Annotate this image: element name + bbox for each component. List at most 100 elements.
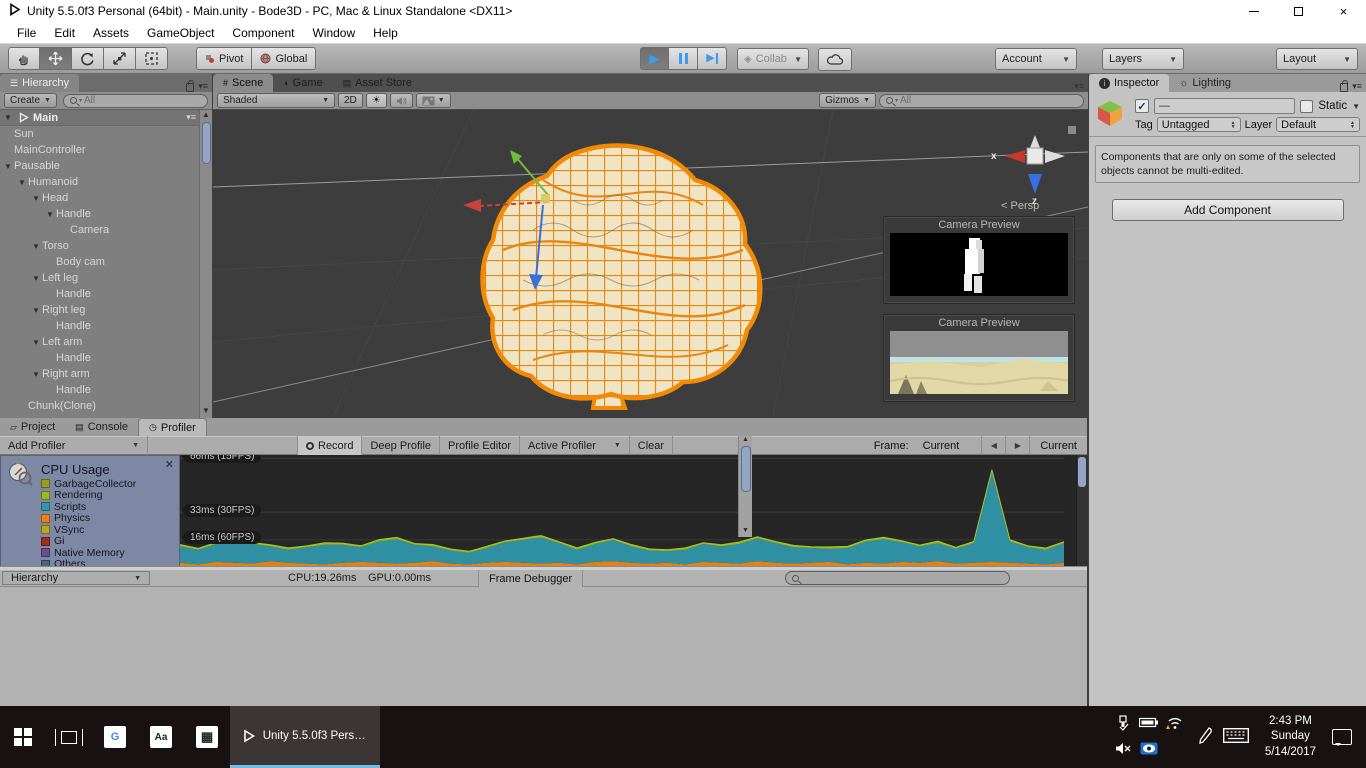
layers-dropdown[interactable]: Layers▼ (1102, 48, 1184, 70)
hierarchy-item-right-leg[interactable]: ▼Right leg (0, 302, 212, 318)
hierarchy-item-humanoid[interactable]: ▼Humanoid (0, 174, 212, 190)
rotate-tool-button[interactable] (72, 47, 104, 70)
expand-arrow-icon[interactable]: ▼ (46, 210, 56, 219)
hierarchy-item-pausable[interactable]: ▼Pausable (0, 158, 212, 174)
touch-keyboard-tray-icon[interactable] (1223, 728, 1249, 746)
menu-file[interactable]: File (8, 26, 45, 40)
menu-edit[interactable]: Edit (45, 26, 84, 40)
expand-arrow-icon[interactable]: ▼ (32, 338, 42, 347)
taskbar-clock[interactable]: 2:43 PM Sunday 5/14/2017 (1259, 714, 1322, 761)
hierarchy-item-maincontroller[interactable]: MainController (0, 142, 212, 158)
tab-lighting[interactable]: ☼Lighting (1169, 74, 1241, 92)
scale-tool-button[interactable] (104, 47, 136, 70)
add-component-button[interactable]: Add Component (1112, 199, 1344, 221)
frame-debugger-button[interactable]: Frame Debugger (478, 570, 583, 587)
usb-tray-icon[interactable] (1116, 715, 1130, 734)
gizmos-dropdown[interactable]: Gizmos▼ (819, 93, 876, 108)
tab-console[interactable]: ▤Console (65, 418, 138, 436)
expand-arrow-icon[interactable]: ▼ (4, 162, 14, 171)
profile-editor-button[interactable]: Profile Editor (440, 436, 520, 455)
perspective-label[interactable]: < Persp (1001, 200, 1039, 212)
scrollbar-thumb[interactable] (202, 122, 211, 164)
scene-header-row[interactable]: ▼ Main ▾≡ (0, 110, 212, 126)
chrome-taskbar-icon[interactable]: G (92, 706, 138, 768)
tab-profiler[interactable]: ◷Profiler (138, 418, 207, 436)
collab-dropdown[interactable]: ◈Collab▼ (737, 48, 809, 70)
legend-scripts[interactable]: Scripts (41, 501, 173, 513)
hierarchy-item-left-leg[interactable]: ▼Left leg (0, 270, 212, 286)
hierarchy-item-handle[interactable]: Handle (0, 286, 212, 302)
profiler-search-input[interactable] (785, 571, 1010, 585)
global-toggle-button[interactable]: Global (252, 47, 316, 70)
expand-arrow-icon[interactable]: ▼ (18, 178, 28, 187)
static-dropdown-icon[interactable]: ▼ (1352, 102, 1360, 111)
dictionary-taskbar-icon[interactable]: Aa (138, 706, 184, 768)
pen-tray-icon[interactable] (1198, 727, 1213, 747)
legend-physics[interactable]: Physics (41, 513, 173, 525)
tab-project[interactable]: ▱Project (0, 418, 65, 436)
close-button[interactable]: × (1321, 0, 1366, 22)
panel-menu-icon[interactable]: ▾≡ (1074, 81, 1088, 92)
deep-profile-button[interactable]: Deep Profile (362, 436, 440, 455)
expand-arrow-icon[interactable]: ▼ (32, 370, 42, 379)
hierarchy-item-handle[interactable]: Handle (0, 318, 212, 334)
active-profiler-dropdown[interactable]: Active Profiler▼ (520, 436, 630, 455)
legend-gi[interactable]: Gi (41, 536, 173, 548)
hierarchy-item-chunk-clone-[interactable]: Chunk(Clone) (0, 398, 212, 414)
hierarchy-item-handle[interactable]: Handle (0, 350, 212, 366)
scrollbar-thumb[interactable] (741, 446, 751, 492)
hierarchy-item-handle[interactable]: ▼Handle (0, 206, 212, 222)
scene-search-input[interactable]: ▾All (879, 94, 1084, 108)
object-name-field[interactable]: — (1154, 98, 1295, 114)
hierarchy-search-input[interactable]: ▾All (63, 94, 208, 108)
cloud-button[interactable] (818, 48, 852, 71)
record-toggle-button[interactable]: Record (298, 436, 362, 455)
pause-button[interactable] (669, 47, 698, 70)
hand-tool-button[interactable] (8, 47, 40, 70)
panel-menu-icon[interactable]: ▾≡ (198, 81, 208, 92)
layer-dropdown[interactable]: Default▲▼ (1276, 117, 1360, 132)
expand-arrow-icon[interactable]: ▼ (32, 242, 42, 251)
task-view-button[interactable] (46, 706, 92, 768)
hierarchy-scrollbar[interactable]: ▲▼ (199, 110, 212, 418)
hierarchy-item-left-arm[interactable]: ▼Left arm (0, 334, 212, 350)
menu-window[interactable]: Window (303, 26, 364, 40)
current-frame-button[interactable]: Current (1029, 436, 1087, 455)
clear-button[interactable]: Clear (630, 436, 673, 455)
create-button[interactable]: Create▼ (4, 93, 57, 108)
eye-tray-icon[interactable] (1140, 742, 1158, 758)
profiler-mode-dropdown[interactable]: Hierarchy▼ (2, 571, 150, 585)
battery-tray-icon[interactable] (1139, 717, 1159, 731)
audio-toggle-button[interactable] (390, 93, 413, 108)
prev-frame-button[interactable]: ◀ (981, 436, 1005, 455)
lock-icon[interactable] (1340, 83, 1348, 92)
hierarchy-item-right-arm[interactable]: ▼Right arm (0, 366, 212, 382)
table-scrollbar[interactable]: ▲▼ (738, 436, 752, 537)
hierarchy-item-camera[interactable]: Camera (0, 222, 212, 238)
gizmo-x-label[interactable]: x (991, 151, 997, 162)
active-checkbox[interactable]: ✓ (1135, 99, 1149, 113)
expand-arrow-icon[interactable]: ▼ (32, 194, 42, 203)
pivot-toggle-button[interactable]: Pivot (196, 47, 252, 70)
menu-gameobject[interactable]: GameObject (138, 26, 223, 40)
start-button[interactable] (0, 706, 46, 768)
menu-assets[interactable]: Assets (84, 26, 138, 40)
tab-asset-store[interactable]: ▤Asset Store (333, 74, 422, 92)
expand-arrow-icon[interactable]: ▼ (32, 306, 42, 315)
menu-help[interactable]: Help (364, 26, 407, 40)
legend-vsync[interactable]: VSync (41, 524, 173, 536)
tab-game[interactable]: ◖Game (273, 74, 332, 92)
hierarchy-item-sun[interactable]: Sun (0, 126, 212, 142)
tab-inspector[interactable]: i Inspector (1089, 74, 1169, 92)
maximize-button[interactable] (1276, 0, 1321, 22)
tab-scene[interactable]: #Scene (213, 74, 273, 92)
action-center-icon[interactable] (1332, 729, 1352, 745)
layout-dropdown[interactable]: Layout▼ (1276, 48, 1358, 70)
next-frame-button[interactable]: ▶ (1005, 436, 1029, 455)
hierarchy-item-handle[interactable]: Handle (0, 382, 212, 398)
minimize-button[interactable] (1231, 0, 1276, 22)
hierarchy-item-torso[interactable]: ▼Torso (0, 238, 212, 254)
static-checkbox[interactable]: ✓ (1300, 100, 1313, 113)
unity-taskbar-item[interactable]: Unity 5.5.0f3 Personal... (230, 706, 380, 768)
move-tool-button[interactable] (40, 47, 72, 70)
